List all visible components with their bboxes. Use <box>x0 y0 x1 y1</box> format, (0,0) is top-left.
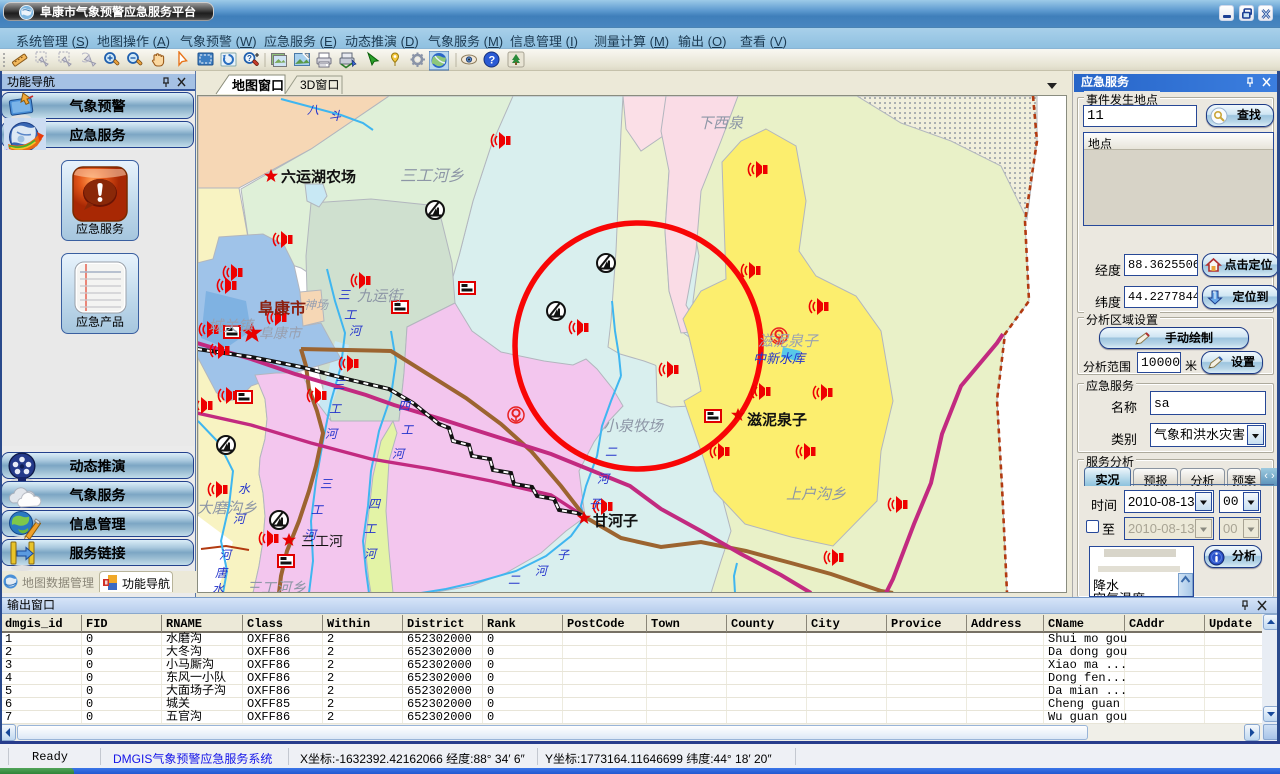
svg-text:三: 三 <box>338 288 351 302</box>
svg-text:甘河子: 甘河子 <box>593 513 638 530</box>
svg-text:滋泥泉子: 滋泥泉子 <box>747 411 807 429</box>
svg-text:三工河: 三工河 <box>301 533 343 549</box>
svg-text:水: 水 <box>238 482 251 496</box>
svg-text:四: 四 <box>398 399 412 413</box>
svg-text:下西泉: 下西泉 <box>698 115 744 132</box>
svg-text:二: 二 <box>508 573 521 587</box>
svg-text:大磨沟乡: 大磨沟乡 <box>198 500 257 517</box>
svg-text:工: 工 <box>364 522 377 536</box>
svg-text:二: 二 <box>605 445 618 459</box>
svg-text:河: 河 <box>392 447 406 461</box>
svg-text:斗: 斗 <box>329 109 342 123</box>
svg-text:神场: 神场 <box>304 298 329 312</box>
svg-text:工: 工 <box>329 402 342 416</box>
svg-text:河: 河 <box>325 427 339 441</box>
svg-text:小泉牧场: 小泉牧场 <box>603 418 665 435</box>
svg-text:河: 河 <box>233 512 247 526</box>
svg-text:水: 水 <box>212 582 225 592</box>
svg-text:阜康市: 阜康市 <box>259 325 303 341</box>
svg-text:河: 河 <box>535 564 549 578</box>
svg-text:河: 河 <box>219 548 233 562</box>
svg-text:城关镇: 城关镇 <box>208 318 255 335</box>
svg-text:河: 河 <box>349 324 363 338</box>
svg-text:九运街: 九运街 <box>357 288 405 305</box>
svg-text:3D窗口: 3D窗口 <box>300 78 339 92</box>
svg-text:六运湖农场: 六运湖农场 <box>281 169 356 186</box>
svg-text:上户沟乡: 上户沟乡 <box>786 486 846 503</box>
svg-text:?: ? <box>247 54 252 63</box>
svg-text:三工河乡: 三工河乡 <box>246 580 306 592</box>
svg-text:滋泥泉子: 滋泥泉子 <box>758 333 819 350</box>
svg-text:八: 八 <box>307 103 319 117</box>
svg-text:地图窗口: 地图窗口 <box>232 78 284 93</box>
svg-text:阜康市: 阜康市 <box>258 300 306 318</box>
svg-text:河: 河 <box>597 472 611 486</box>
svg-text:工: 工 <box>401 423 414 437</box>
svg-text:子: 子 <box>557 548 570 562</box>
svg-text:河: 河 <box>364 547 378 561</box>
svg-text:唐: 唐 <box>215 566 229 580</box>
svg-text:?: ? <box>489 55 496 67</box>
svg-text:三: 三 <box>333 378 346 392</box>
svg-text:三工河乡: 三工河乡 <box>400 167 464 185</box>
svg-text:工: 工 <box>311 503 324 517</box>
svg-text:中新水库: 中新水库 <box>753 351 807 366</box>
svg-text:子: 子 <box>589 497 602 511</box>
svg-text:工: 工 <box>344 308 357 322</box>
svg-text:四: 四 <box>368 497 382 511</box>
svg-text:三: 三 <box>320 477 333 491</box>
